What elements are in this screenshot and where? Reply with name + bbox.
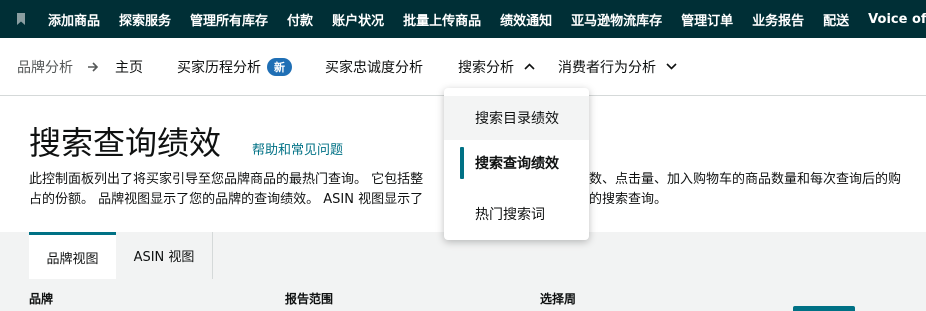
dropdown-item-search-query-performance[interactable]: 搜索查询绩效 — [444, 141, 589, 185]
nav-buyer-loyalty[interactable]: 买家忠诚度分析 — [325, 57, 423, 77]
nav-search-analytics[interactable]: 搜索分析 — [458, 57, 535, 77]
report-range-label: 报告范围 — [285, 292, 334, 306]
chevron-up-icon — [524, 63, 535, 70]
nav-manage-orders[interactable]: 管理订单 — [681, 10, 733, 29]
nav-buyer-journey-label: 买家历程分析 — [177, 59, 261, 76]
search-analytics-dropdown: 搜索目录绩效 搜索查询绩效 热门搜索词 — [444, 88, 589, 240]
new-badge: 新 — [267, 57, 292, 76]
description-line-1-left: 此控制面板列出了将买家引导至您品牌商品的最热门查询。 它包括整 — [29, 172, 424, 187]
select-week-label: 选择周 — [540, 292, 577, 306]
dropdown-item-search-catalog-performance[interactable]: 搜索目录绩效 — [444, 96, 589, 140]
description-line-1: 此控制面板列出了将买家引导至您品牌商品的最热门查询。 它包括整 — [29, 168, 423, 187]
chevron-down-icon — [666, 63, 677, 70]
nav-buyer-journey[interactable]: 买家历程分析 新 — [177, 57, 292, 77]
help-faq-link[interactable]: 帮助和常见问题 — [252, 139, 343, 158]
nav-manage-inventory[interactable]: 管理所有库存 — [190, 10, 268, 29]
tab-brand-view[interactable]: 品牌视图 — [29, 232, 116, 279]
nav-consumer-behavior-label: 消费者行为分析 — [558, 59, 656, 76]
tab-asin-view-label: ASIN 视图 — [133, 250, 195, 265]
description-line-2-right: 的搜索查询。 — [589, 192, 668, 207]
nav-shipping[interactable]: 配送 — [823, 10, 849, 29]
dropdown-item-label: 搜索目录绩效 — [475, 111, 559, 127]
nav-account-health[interactable]: 账户状况 — [332, 10, 384, 29]
page-title: 搜索查询绩效 — [29, 124, 222, 162]
bookmark-icon[interactable] — [16, 0, 26, 38]
nav-fba-inventory[interactable]: 亚马逊物流库存 — [571, 10, 662, 29]
description-line-2: 占的份额。 品牌视图显示了您的品牌的查询绩效。 ASIN 视图显示了 — [29, 192, 424, 207]
nav-home-label: 主页 — [115, 59, 143, 76]
arrow-right-icon — [87, 61, 99, 73]
top-nav-bar: 添加商品 探索服务 管理所有库存 付款 账户状况 批量上传商品 绩效通知 亚马逊… — [0, 0, 926, 38]
dropdown-item-label: 搜索查询绩效 — [475, 156, 559, 172]
dropdown-item-label: 热门搜索词 — [475, 207, 545, 223]
nav-performance-notifications[interactable]: 绩效通知 — [500, 10, 552, 29]
nav-add-product[interactable]: 添加商品 — [48, 10, 100, 29]
nav-buyer-loyalty-label: 买家忠诚度分析 — [325, 59, 423, 76]
brand-filter-label: 品牌 — [29, 292, 54, 306]
apply-button-edge[interactable] — [793, 306, 855, 311]
dropdown-item-top-search-terms[interactable]: 热门搜索词 — [444, 192, 589, 236]
nav-explore-services[interactable]: 探索服务 — [119, 10, 171, 29]
tab-brand-view-label: 品牌视图 — [46, 251, 99, 267]
nav-home[interactable]: 主页 — [115, 57, 143, 77]
tab-asin-view[interactable]: ASIN 视图 — [116, 232, 213, 279]
breadcrumb-brand-analytics[interactable]: 品牌分析 — [17, 57, 73, 77]
nav-business-reports[interactable]: 业务报告 — [752, 10, 804, 29]
nav-payments[interactable]: 付款 — [287, 10, 313, 29]
nav-search-analytics-label: 搜索分析 — [458, 59, 514, 76]
nav-bulk-upload[interactable]: 批量上传商品 — [403, 10, 481, 29]
description-line-1-right: 数、点击量、加入购物车的商品数量和每次查询后的购 — [589, 172, 902, 187]
nav-consumer-behavior[interactable]: 消费者行为分析 — [558, 57, 677, 77]
nav-voice-of-customer[interactable]: Voice of — [868, 12, 926, 27]
